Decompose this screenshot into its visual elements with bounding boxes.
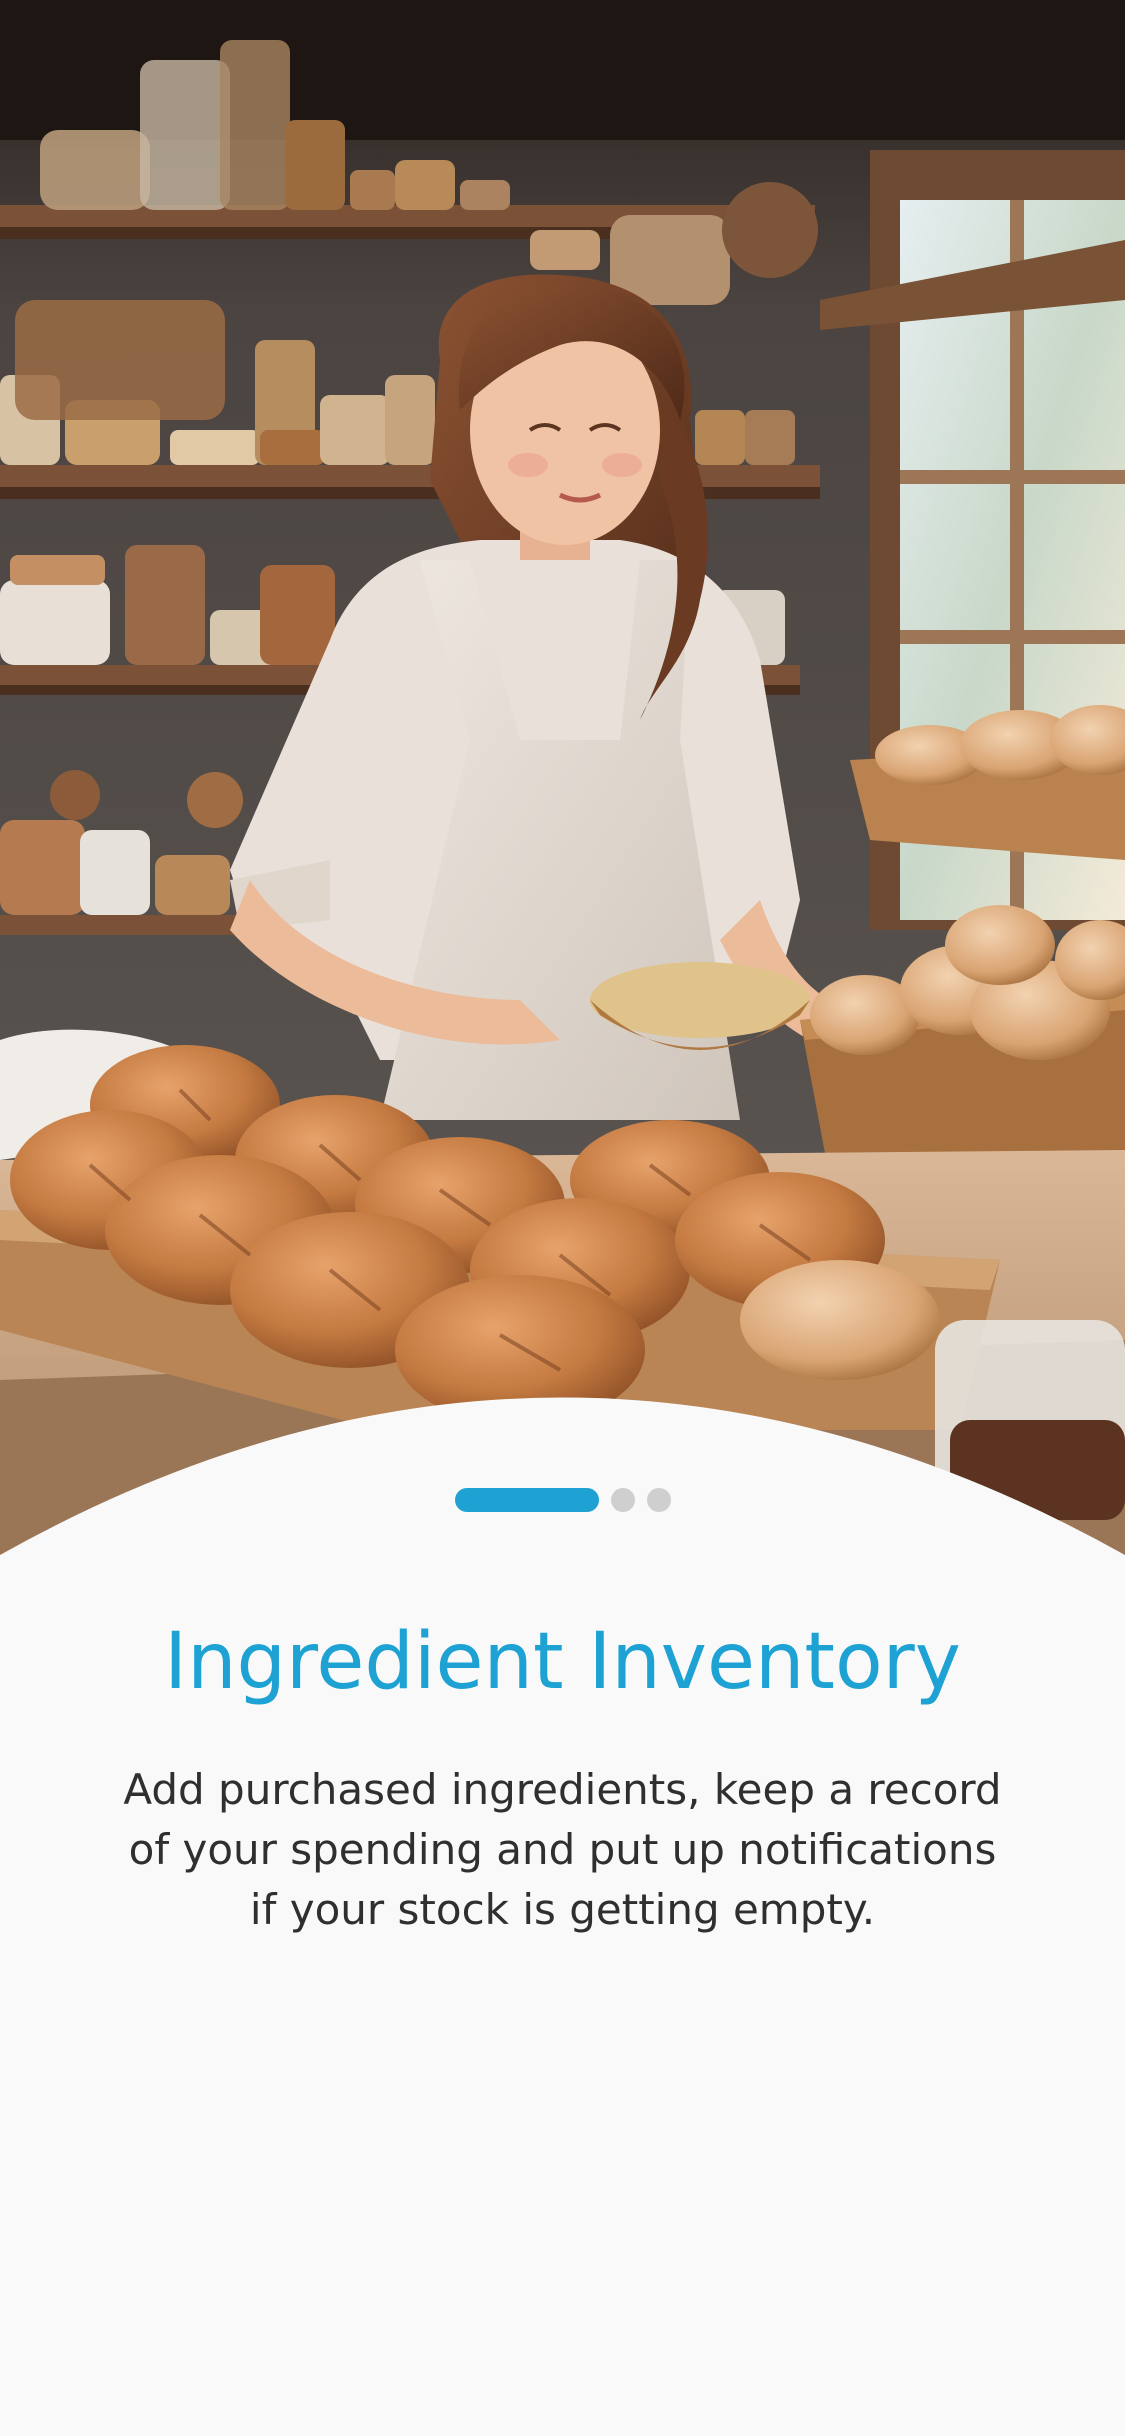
page-indicator-dot-active[interactable] bbox=[454, 1488, 599, 1512]
page-indicator bbox=[0, 1488, 1125, 1512]
page-indicator-dot-3[interactable] bbox=[646, 1488, 671, 1512]
onboarding-description: Add purchased ingredients, keep a record… bbox=[123, 1765, 1002, 1934]
onboarding-title: Ingredient Inventory bbox=[164, 1617, 961, 1707]
page-indicator-dot-2[interactable] bbox=[610, 1488, 635, 1512]
hero-illustration bbox=[0, 0, 1125, 1580]
